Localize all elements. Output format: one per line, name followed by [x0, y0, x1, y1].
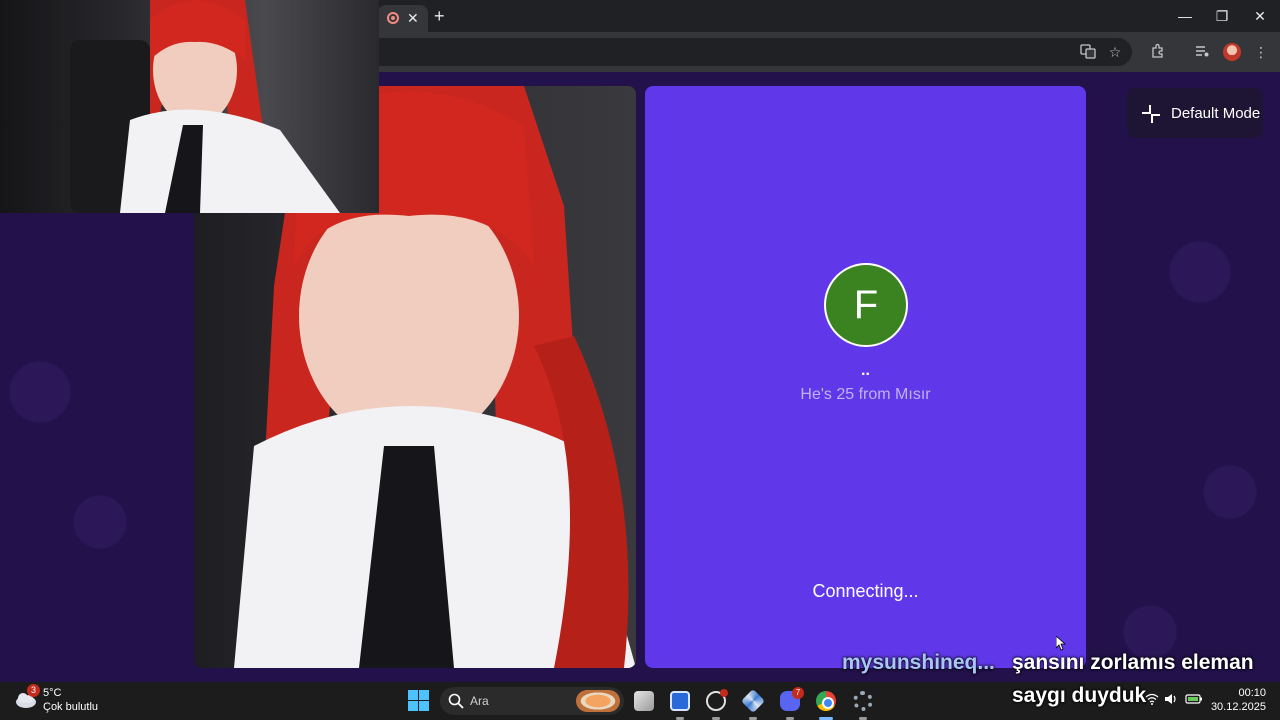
collapse-icon — [1142, 105, 1160, 123]
clock-date[interactable]: 30.12.2025 — [1200, 701, 1266, 713]
chrome-icon[interactable] — [812, 687, 840, 720]
discord-icon[interactable]: 7 — [776, 687, 804, 720]
translate-icon[interactable] — [1079, 43, 1097, 61]
menu-icon[interactable]: ⋮ — [1252, 43, 1270, 61]
mode-label: Default Mode — [1171, 105, 1261, 122]
search-icon — [448, 693, 464, 709]
profile-avatar[interactable] — [1223, 43, 1241, 61]
app-icon-blue[interactable] — [666, 687, 694, 720]
weather-temp: 5°C — [43, 687, 62, 699]
clock-time[interactable]: 00:10 — [1220, 687, 1266, 699]
search-highlight-image — [576, 690, 620, 712]
recording-icon — [387, 12, 399, 24]
app-icon-clock[interactable] — [702, 687, 730, 720]
weather-desc: Çok bulutlu — [43, 701, 99, 713]
browser-tab[interactable]: ✕ — [378, 5, 428, 32]
mouse-cursor-icon — [1056, 636, 1066, 651]
webcam-overlay — [0, 0, 379, 213]
weather-badge: 3 — [27, 684, 40, 697]
chat-message-line: saygı duyduk — [1012, 684, 1147, 707]
new-tab-button[interactable]: + — [434, 6, 445, 26]
default-mode-button[interactable]: Default Mode — [1127, 88, 1263, 138]
address-bar[interactable] — [330, 38, 1132, 66]
wifi-icon[interactable] — [1145, 693, 1159, 708]
chat-message-line: şansını zorlamıs eleman — [1012, 651, 1254, 674]
media-controls-icon[interactable] — [1193, 43, 1211, 61]
window-close-button[interactable]: ✕ — [1245, 6, 1275, 26]
webcam-image — [70, 0, 340, 213]
bookmark-star-icon[interactable]: ☆ — [1106, 43, 1124, 61]
taskbar-search-box[interactable]: Ara — [440, 687, 624, 715]
search-placeholder: Ara — [470, 694, 489, 708]
peer-avatar: F — [824, 263, 908, 347]
start-icon[interactable] — [408, 690, 429, 711]
volume-icon[interactable] — [1164, 693, 1178, 708]
task-view-icon[interactable] — [630, 687, 658, 715]
tab-close-button[interactable]: ✕ — [407, 9, 419, 27]
discord-badge: 7 — [792, 687, 804, 699]
extensions-icon[interactable] — [1149, 43, 1167, 61]
connection-status: Connecting... — [812, 581, 919, 601]
peer-name: .. — [861, 362, 870, 379]
settings-icon[interactable] — [849, 687, 877, 720]
app-icon-mesh[interactable] — [739, 687, 767, 720]
minimize-button[interactable]: — — [1170, 6, 1200, 26]
chat-username: mysunshineq... — [842, 651, 995, 674]
peer-panel: F .. He's 25 from Mısır Connecting... — [645, 86, 1086, 668]
peer-info: He's 25 from Mısır — [800, 386, 931, 403]
restore-button[interactable]: ❐ — [1207, 6, 1237, 26]
